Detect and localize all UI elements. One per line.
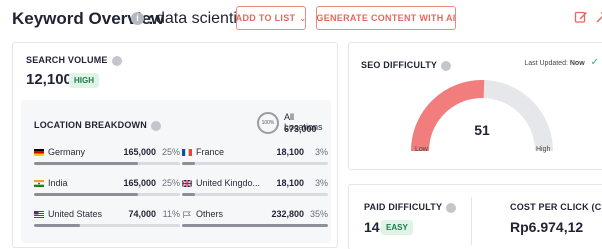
search-volume-title: SEARCH VOLUME xyxy=(26,55,122,66)
share-bar xyxy=(34,224,180,227)
location-volume: 18,100 xyxy=(276,147,304,157)
title-separator: : xyxy=(148,9,154,28)
uk-flag-icon xyxy=(182,180,192,187)
location-name: Others xyxy=(196,209,224,219)
location-name: France xyxy=(196,147,225,157)
search-volume-card: SEARCH VOLUME 12,100 HIGH LOCATION BREAK… xyxy=(12,42,338,248)
share-bar xyxy=(182,162,328,165)
flag-outline-icon xyxy=(183,211,191,218)
divider xyxy=(471,197,472,245)
last-updated: Last Updated: Now ✓ xyxy=(524,57,599,68)
location-breakdown-label: LOCATION BREAKDOWN xyxy=(34,120,147,130)
share-bar xyxy=(182,193,328,196)
seo-difficulty-value: 51 xyxy=(474,122,490,138)
all-locations-value: 673,000 xyxy=(284,124,317,134)
location-percent: 3% xyxy=(314,178,328,188)
page-header: Keyword Overview i : data scientist ADD … xyxy=(0,0,602,36)
seo-difficulty-card: SEO DIFFICULTY Last Updated: Now ✓ 51 Lo… xyxy=(348,42,602,170)
seo-difficulty-gauge xyxy=(411,80,553,152)
location-percent: 25% xyxy=(161,178,180,188)
france-flag-icon xyxy=(182,149,192,156)
location-breakdown-title: LOCATION BREAKDOWN xyxy=(34,120,161,131)
share-bar-fill xyxy=(34,162,139,165)
share-bar-fill xyxy=(182,193,195,196)
germany-flag-icon xyxy=(34,149,44,156)
info-icon[interactable]: i xyxy=(131,12,144,25)
info-icon[interactable] xyxy=(441,60,452,71)
generate-content-button[interactable]: GENERATE CONTENT WITH AI xyxy=(316,6,456,30)
percentage-ring-icon: 100% xyxy=(257,112,279,134)
gauge-low-label: Low xyxy=(415,146,428,153)
share-bar xyxy=(182,224,328,227)
india-flag-icon xyxy=(34,180,44,187)
search-volume-label: SEARCH VOLUME xyxy=(26,55,108,65)
volume-level-badge: HIGH xyxy=(69,73,99,88)
seo-difficulty-title: SEO DIFFICULTY xyxy=(361,60,452,71)
share-bar-fill xyxy=(182,224,328,227)
info-icon[interactable] xyxy=(150,120,161,131)
paid-difficulty-label: PAID DIFFICULTY xyxy=(364,202,443,212)
share-bar-fill xyxy=(34,224,80,227)
paid-difficulty-value: 14 xyxy=(364,219,380,235)
location-percent: 35% xyxy=(309,209,328,219)
location-volume: 165,000 xyxy=(123,178,156,188)
location-percent: 11% xyxy=(162,209,180,219)
share-bar-fill xyxy=(34,193,139,196)
last-updated-label: Last Updated: xyxy=(524,60,568,67)
location-percent: 3% xyxy=(314,147,328,157)
location-row: United States 74,000 11% xyxy=(34,209,180,235)
location-volume: 165,000 xyxy=(123,147,156,157)
location-volume: 18,100 xyxy=(276,178,304,188)
location-name: India xyxy=(48,178,68,188)
location-row: Germany 165,000 25% xyxy=(34,147,180,173)
cpc-label: COST PER CLICK (CPC) xyxy=(510,202,602,212)
share-bar xyxy=(34,193,180,196)
info-icon[interactable] xyxy=(111,55,122,66)
location-percent: 25% xyxy=(161,147,180,157)
location-row: India 165,000 25% xyxy=(34,178,180,204)
gauge-fill xyxy=(411,80,485,152)
location-row: Others 232,800 35% xyxy=(182,209,328,235)
search-volume-value: 12,100 xyxy=(26,71,72,88)
chevron-down-icon: ⌄ xyxy=(299,13,307,23)
share-bar xyxy=(34,162,180,165)
paid-difficulty-badge: EASY xyxy=(381,220,413,235)
add-to-list-button[interactable]: ADD TO LIST ⌄ xyxy=(236,6,306,30)
paid-difficulty-card: PAID DIFFICULTY 14 EASY COST PER CLICK (… xyxy=(348,184,602,249)
location-row: France 18,100 3% xyxy=(182,147,328,173)
info-icon[interactable] xyxy=(446,202,457,213)
cpc-value: Rp6.974,12 xyxy=(510,219,584,235)
location-volume: 74,000 xyxy=(128,209,156,219)
seo-difficulty-label: SEO DIFFICULTY xyxy=(361,60,438,70)
paid-difficulty-title: PAID DIFFICULTY xyxy=(364,202,457,213)
last-updated-value: Now xyxy=(569,60,585,67)
export-icon[interactable] xyxy=(595,10,602,24)
add-to-list-label: ADD TO LIST xyxy=(235,13,296,23)
check-icon: ✓ xyxy=(590,57,599,68)
location-name: United Kingdo... xyxy=(196,178,261,188)
location-breakdown-panel: LOCATION BREAKDOWN 100% All Locations 67… xyxy=(21,100,331,243)
edit-icon[interactable] xyxy=(574,10,588,24)
gauge-high-label: High xyxy=(536,146,551,153)
location-volume: 232,800 xyxy=(271,209,304,219)
cpc-title: COST PER CLICK (CPC) xyxy=(510,202,602,213)
us-flag-icon xyxy=(34,211,44,218)
location-name: Germany xyxy=(48,147,86,157)
share-bar-fill xyxy=(182,162,195,165)
location-name: United States xyxy=(48,209,103,219)
generate-content-label: GENERATE CONTENT WITH AI xyxy=(316,13,456,23)
location-row: United Kingdo... 18,100 3% xyxy=(182,178,328,204)
